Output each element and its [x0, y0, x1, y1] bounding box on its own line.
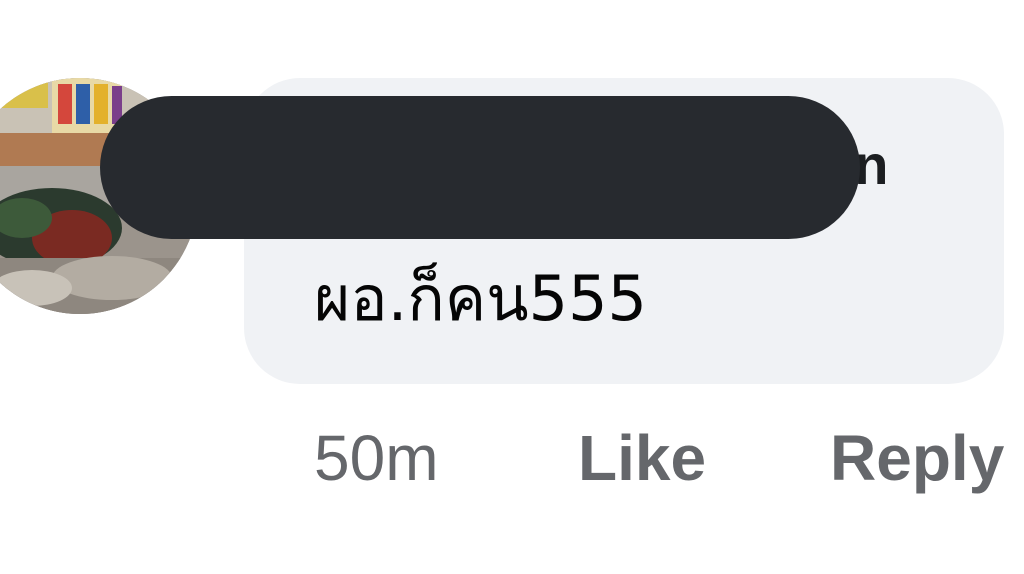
- reply-button[interactable]: Reply: [830, 422, 1004, 496]
- comment-thread: on ผอ.ก็คน555 50m Like Reply: [0, 0, 1024, 574]
- comment-text: ผอ.ก็คน555: [314, 262, 648, 335]
- like-button[interactable]: Like: [578, 422, 706, 496]
- redaction-bar: [100, 96, 860, 239]
- comment-actions: 50m Like Reply: [0, 422, 1024, 502]
- comment-timestamp[interactable]: 50m: [314, 422, 439, 496]
